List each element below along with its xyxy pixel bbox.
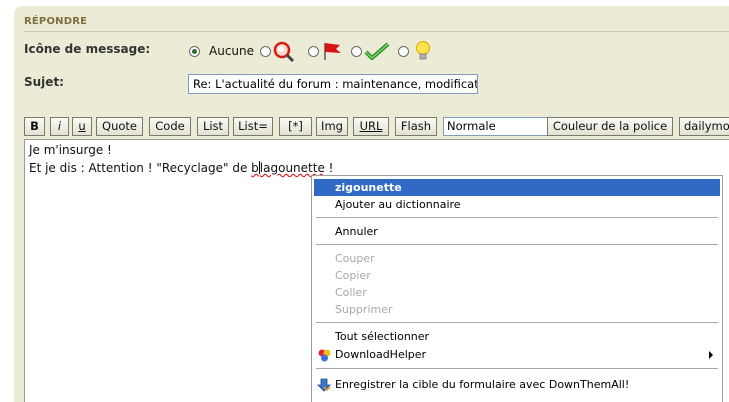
flash-button[interactable]: Flash <box>395 117 437 136</box>
menu-item-downthemall[interactable]: Enregistrer la cible du formulaire avec … <box>314 376 720 393</box>
editor-line-1: Je m'insurge ! <box>29 143 112 157</box>
downthemall-icon <box>317 378 331 392</box>
menu-item-downloadhelper[interactable]: DownloadHelper <box>314 346 720 363</box>
subject-label: Sujet: <box>24 75 64 89</box>
editor-line-2-prefix: Et je dis : Attention ! "Recyclage" de <box>29 161 252 175</box>
misspelled-word-part-a: b <box>251 161 259 175</box>
downloadhelper-icon <box>318 349 331 362</box>
menu-item-add-dictionary[interactable]: Ajouter au dictionnaire <box>314 196 720 213</box>
menu-item-downloadhelper-label: DownloadHelper <box>335 348 427 361</box>
radio-icon-none-label: Aucune <box>209 44 255 58</box>
menu-item-paste[interactable]: Coller <box>314 284 720 301</box>
dailymotion-button[interactable]: dailymo <box>679 117 729 136</box>
menu-separator <box>316 244 718 245</box>
editor-line-2: Et je dis : Attention ! "Recyclage" de b… <box>29 161 333 175</box>
red-flag-icon <box>324 43 341 60</box>
img-button[interactable]: Img <box>316 117 348 136</box>
section-divider <box>24 31 729 32</box>
underline-button[interactable]: u <box>72 117 92 136</box>
section-title: RÉPONDRE <box>24 16 88 27</box>
menu-item-copy[interactable]: Copier <box>314 267 720 284</box>
menu-item-delete[interactable]: Supprimer <box>314 301 720 318</box>
font-size-value: Normale <box>447 119 496 133</box>
subject-input[interactable]: Re: L'actualité du forum : maintenance, … <box>188 74 478 94</box>
radio-icon-check[interactable] <box>351 46 362 57</box>
url-button[interactable]: URL <box>353 117 389 136</box>
ordered-list-button[interactable]: List= <box>233 117 273 136</box>
menu-item-undo[interactable]: Annuler <box>314 223 720 240</box>
misspelled-word[interactable]: blagounette <box>251 161 325 175</box>
misspelled-word-part-b: lagounette <box>259 161 325 175</box>
quote-button[interactable]: Quote <box>96 117 143 136</box>
radio-icon-lightbulb[interactable] <box>398 46 409 57</box>
menu-item-downthemall-label: Enregistrer la cible du formulaire avec … <box>335 378 630 391</box>
lightbulb-icon <box>416 41 430 60</box>
list-item-button[interactable]: [*] <box>279 117 312 136</box>
menu-item-select-all[interactable]: Tout sélectionner <box>314 328 720 345</box>
radio-icon-none[interactable] <box>189 46 200 57</box>
menu-separator <box>316 322 718 323</box>
menu-separator <box>316 217 718 218</box>
editor-line-2-suffix: ! <box>324 161 334 175</box>
radio-icon-flag[interactable] <box>308 46 319 57</box>
spellcheck-context-menu: zigounette Ajouter au dictionnaire Annul… <box>311 175 723 402</box>
menu-separator <box>316 368 718 369</box>
code-button[interactable]: Code <box>149 117 191 136</box>
submenu-arrow-icon <box>709 351 713 359</box>
italic-button[interactable]: i <box>50 117 69 136</box>
green-checkmark-icon <box>364 42 390 60</box>
list-button[interactable]: List <box>197 117 229 136</box>
radio-icon-magnifier[interactable] <box>260 46 271 57</box>
font-color-button[interactable]: Couleur de la police <box>547 117 673 136</box>
menu-item-suggestion[interactable]: zigounette <box>314 179 720 196</box>
message-icon-label: Icône de message: <box>24 42 151 56</box>
menu-item-cut[interactable]: Couper <box>314 250 720 267</box>
magnifier-icon <box>273 41 295 62</box>
bbcode-toolbar: B i u Quote Code List List= [*] Img URL … <box>24 117 729 136</box>
bold-button[interactable]: B <box>24 117 45 136</box>
